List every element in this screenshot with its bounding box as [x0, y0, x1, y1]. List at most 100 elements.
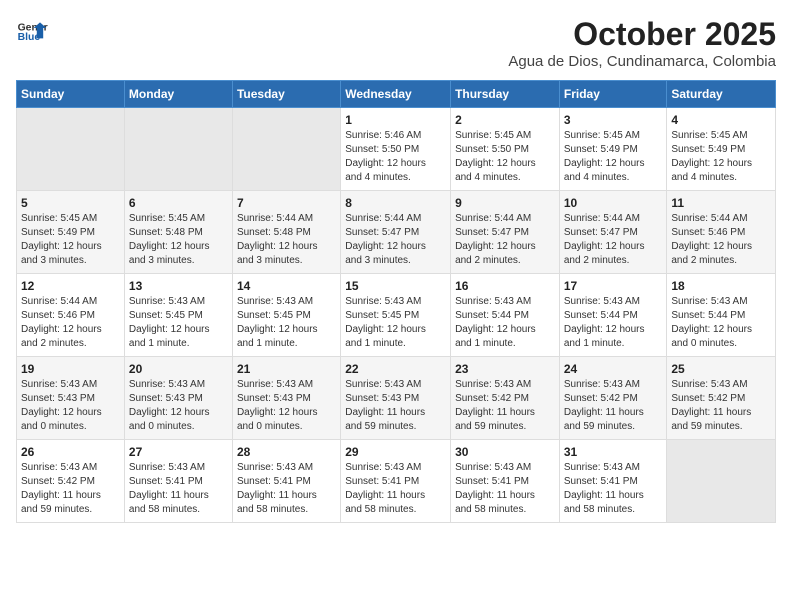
day-number: 14: [237, 279, 336, 293]
day-info: Sunrise: 5:45 AMSunset: 5:49 PMDaylight:…: [671, 129, 771, 185]
day-number: 4: [671, 113, 771, 127]
table-row: 8Sunrise: 5:44 AMSunset: 5:47 PMDaylight…: [341, 191, 451, 274]
calendar-week-1: 1 Sunrise: 5:46 AMSunset: 5:50 PMDaylight…: [17, 108, 776, 191]
logo: General Blue: [16, 16, 48, 48]
day-number: 1: [345, 113, 446, 127]
calendar-week-4: 19 Sunrise: 5:43 AMSunset: 5:43 PMDayligh…: [17, 357, 776, 440]
table-row: 6Sunrise: 5:45 AMSunset: 5:48 PMDaylight…: [124, 191, 232, 274]
table-row: 10 Sunrise: 5:44 AMSunset: 5:47 PMDayligh…: [559, 191, 667, 274]
day-number: 10: [564, 196, 663, 210]
day-info: Sunrise: 5:46 AMSunset: 5:50 PMDaylight:…: [345, 129, 446, 185]
day-number: 9: [455, 196, 555, 210]
day-info: Sunrise: 5:45 AMSunset: 5:49 PMDaylight:…: [21, 212, 120, 268]
day-number: 25: [671, 362, 771, 376]
day-number: 11: [671, 196, 771, 210]
day-number: 31: [564, 445, 663, 459]
col-saturday: Saturday: [667, 81, 776, 108]
day-number: 19: [21, 362, 120, 376]
day-number: 23: [455, 362, 555, 376]
day-number: 28: [237, 445, 336, 459]
day-info: Sunrise: 5:44 AMSunset: 5:47 PMDaylight:…: [345, 212, 446, 268]
table-row: [124, 108, 232, 191]
day-number: 17: [564, 279, 663, 293]
day-info: Sunrise: 5:43 AMSunset: 5:42 PMDaylight:…: [564, 378, 663, 434]
table-row: 11 Sunrise: 5:44 AMSunset: 5:46 PMDayligh…: [667, 191, 776, 274]
day-info: Sunrise: 5:43 AMSunset: 5:42 PMDaylight:…: [455, 378, 555, 434]
table-row: 5 Sunrise: 5:45 AMSunset: 5:49 PMDaylight…: [17, 191, 125, 274]
table-row: 12 Sunrise: 5:44 AMSunset: 5:46 PMDayligh…: [17, 274, 125, 357]
col-monday: Monday: [124, 81, 232, 108]
table-row: 17 Sunrise: 5:43 AMSunset: 5:44 PMDayligh…: [559, 274, 667, 357]
day-info: Sunrise: 5:43 AMSunset: 5:41 PMDaylight:…: [129, 461, 228, 517]
day-info: Sunrise: 5:44 AMSunset: 5:48 PMDaylight:…: [237, 212, 336, 268]
day-info: Sunrise: 5:43 AMSunset: 5:43 PMDaylight:…: [21, 378, 120, 434]
table-row: 18 Sunrise: 5:43 AMSunset: 5:44 PMDayligh…: [667, 274, 776, 357]
calendar-header-row: Sunday Monday Tuesday Wednesday Thursday…: [17, 81, 776, 108]
day-number: 20: [129, 362, 228, 376]
logo-icon: General Blue: [16, 16, 48, 48]
calendar-week-3: 12 Sunrise: 5:44 AMSunset: 5:46 PMDayligh…: [17, 274, 776, 357]
day-info: Sunrise: 5:43 AMSunset: 5:45 PMDaylight:…: [237, 295, 336, 351]
table-row: 14 Sunrise: 5:43 AMSunset: 5:45 PMDayligh…: [232, 274, 340, 357]
table-row: 9 Sunrise: 5:44 AMSunset: 5:47 PMDaylight…: [451, 191, 560, 274]
table-row: [667, 440, 776, 523]
table-row: 1 Sunrise: 5:46 AMSunset: 5:50 PMDaylight…: [341, 108, 451, 191]
day-number: 30: [455, 445, 555, 459]
calendar-week-5: 26Sunrise: 5:43 AMSunset: 5:42 PMDayligh…: [17, 440, 776, 523]
day-number: 16: [455, 279, 555, 293]
day-info: Sunrise: 5:43 AMSunset: 5:41 PMDaylight:…: [345, 461, 446, 517]
table-row: 3 Sunrise: 5:45 AMSunset: 5:49 PMDaylight…: [559, 108, 667, 191]
table-row: 27Sunrise: 5:43 AMSunset: 5:41 PMDayligh…: [124, 440, 232, 523]
day-info: Sunrise: 5:44 AMSunset: 5:47 PMDaylight:…: [564, 212, 663, 268]
day-info: Sunrise: 5:43 AMSunset: 5:44 PMDaylight:…: [455, 295, 555, 351]
day-number: 12: [21, 279, 120, 293]
col-friday: Friday: [559, 81, 667, 108]
table-row: 7Sunrise: 5:44 AMSunset: 5:48 PMDaylight…: [232, 191, 340, 274]
table-row: 20 Sunrise: 5:43 AMSunset: 5:43 PMDayligh…: [124, 357, 232, 440]
day-number: 29: [345, 445, 446, 459]
page-title: October 2025: [508, 16, 776, 53]
day-info: Sunrise: 5:43 AMSunset: 5:43 PMDaylight:…: [129, 378, 228, 434]
table-row: 29 Sunrise: 5:43 AMSunset: 5:41 PMDayligh…: [341, 440, 451, 523]
day-info: Sunrise: 5:43 AMSunset: 5:44 PMDaylight:…: [671, 295, 771, 351]
table-row: 31 Sunrise: 5:43 AMSunset: 5:41 PMDayligh…: [559, 440, 667, 523]
table-row: 24 Sunrise: 5:43 AMSunset: 5:42 PMDayligh…: [559, 357, 667, 440]
page-subtitle: Agua de Dios, Cundinamarca, Colombia: [508, 53, 776, 70]
day-number: 5: [21, 196, 120, 210]
day-info: Sunrise: 5:43 AMSunset: 5:42 PMDaylight:…: [671, 378, 771, 434]
day-info: Sunrise: 5:43 AMSunset: 5:41 PMDaylight:…: [237, 461, 336, 517]
header: General Blue October 2025 Agua de Dios, …: [16, 16, 776, 70]
day-number: 2: [455, 113, 555, 127]
day-info: Sunrise: 5:43 AMSunset: 5:43 PMDaylight:…: [237, 378, 336, 434]
calendar-table: Sunday Monday Tuesday Wednesday Thursday…: [16, 80, 776, 523]
day-info: Sunrise: 5:43 AMSunset: 5:41 PMDaylight:…: [455, 461, 555, 517]
table-row: 22Sunrise: 5:43 AMSunset: 5:43 PMDayligh…: [341, 357, 451, 440]
day-info: Sunrise: 5:44 AMSunset: 5:47 PMDaylight:…: [455, 212, 555, 268]
day-info: Sunrise: 5:45 AMSunset: 5:50 PMDaylight:…: [455, 129, 555, 185]
day-info: Sunrise: 5:43 AMSunset: 5:42 PMDaylight:…: [21, 461, 120, 517]
day-number: 24: [564, 362, 663, 376]
day-info: Sunrise: 5:43 AMSunset: 5:41 PMDaylight:…: [564, 461, 663, 517]
day-number: 18: [671, 279, 771, 293]
day-number: 21: [237, 362, 336, 376]
table-row: 4 Sunrise: 5:45 AMSunset: 5:49 PMDaylight…: [667, 108, 776, 191]
table-row: 23 Sunrise: 5:43 AMSunset: 5:42 PMDayligh…: [451, 357, 560, 440]
table-row: 19 Sunrise: 5:43 AMSunset: 5:43 PMDayligh…: [17, 357, 125, 440]
day-number: 22: [345, 362, 446, 376]
day-info: Sunrise: 5:45 AMSunset: 5:48 PMDaylight:…: [129, 212, 228, 268]
table-row: 16 Sunrise: 5:43 AMSunset: 5:44 PMDayligh…: [451, 274, 560, 357]
day-number: 3: [564, 113, 663, 127]
table-row: 2 Sunrise: 5:45 AMSunset: 5:50 PMDaylight…: [451, 108, 560, 191]
col-wednesday: Wednesday: [341, 81, 451, 108]
table-row: 15Sunrise: 5:43 AMSunset: 5:45 PMDayligh…: [341, 274, 451, 357]
table-row: 28 Sunrise: 5:43 AMSunset: 5:41 PMDayligh…: [232, 440, 340, 523]
day-info: Sunrise: 5:44 AMSunset: 5:46 PMDaylight:…: [21, 295, 120, 351]
table-row: [232, 108, 340, 191]
day-info: Sunrise: 5:43 AMSunset: 5:44 PMDaylight:…: [564, 295, 663, 351]
day-info: Sunrise: 5:45 AMSunset: 5:49 PMDaylight:…: [564, 129, 663, 185]
col-tuesday: Tuesday: [232, 81, 340, 108]
title-area: October 2025 Agua de Dios, Cundinamarca,…: [508, 16, 776, 70]
table-row: 25 Sunrise: 5:43 AMSunset: 5:42 PMDayligh…: [667, 357, 776, 440]
col-sunday: Sunday: [17, 81, 125, 108]
day-info: Sunrise: 5:44 AMSunset: 5:46 PMDaylight:…: [671, 212, 771, 268]
